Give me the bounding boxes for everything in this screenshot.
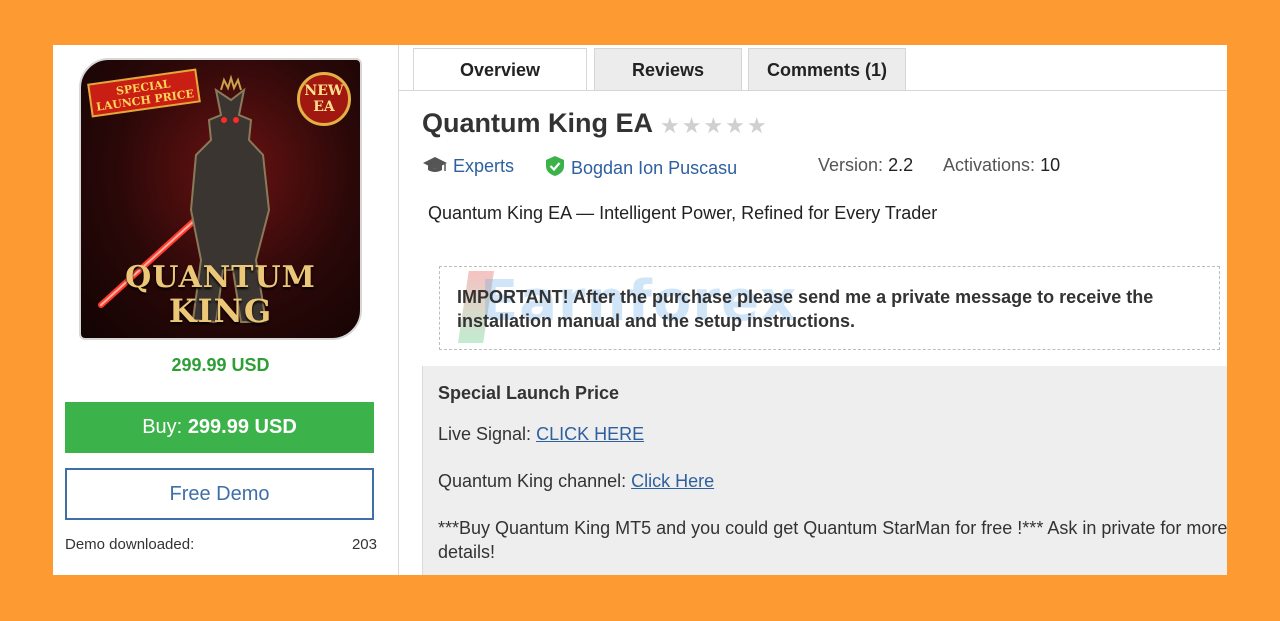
tab-overview[interactable]: Overview bbox=[413, 48, 587, 91]
category-link[interactable]: Experts bbox=[422, 155, 514, 177]
channel-label: Quantum King channel: bbox=[438, 471, 627, 491]
promo-text: ***Buy Quantum King MT5 and you could ge… bbox=[438, 518, 1227, 562]
live-signal-label: Live Signal: bbox=[438, 424, 532, 444]
activations-info: Activations: 10 bbox=[943, 155, 1060, 176]
author-label: Bogdan Ion Puscasu bbox=[571, 158, 738, 178]
product-tagline: Quantum King EA — Intelligent Power, Ref… bbox=[428, 203, 938, 223]
buy-button-price: 299.99 USD bbox=[187, 416, 297, 438]
product-sidebar: SPECIAL LAUNCH PRICE NEW EA QUANTUM KING… bbox=[53, 45, 398, 575]
version-value: 2.2 bbox=[888, 155, 914, 175]
graduation-cap-icon bbox=[423, 157, 447, 172]
live-signal-line: Live Signal: CLICK HERE bbox=[438, 422, 644, 446]
free-demo-button[interactable]: Free Demo bbox=[65, 468, 374, 520]
tab-comments[interactable]: Comments (1) bbox=[748, 48, 906, 90]
description-panel: Special Launch Price Live Signal: CLICK … bbox=[422, 366, 1227, 575]
channel-line: Quantum King channel: Click Here bbox=[438, 469, 714, 493]
rating-stars[interactable]: ★★★★★ bbox=[660, 113, 769, 139]
activations-value: 10 bbox=[1040, 155, 1061, 175]
new-ea-badge: NEW EA bbox=[297, 72, 351, 126]
buy-button-label: Buy: bbox=[142, 416, 183, 438]
buy-button[interactable]: Buy: 299.99 USD bbox=[65, 402, 374, 453]
column-divider bbox=[398, 45, 399, 575]
demo-downloaded-row: Demo downloaded: 203 bbox=[65, 536, 377, 553]
demo-downloaded-label: Demo downloaded: bbox=[65, 536, 195, 553]
important-notice: Earnforex IMPORTANT! After the purchase … bbox=[439, 266, 1220, 350]
tab-reviews[interactable]: Reviews bbox=[594, 48, 742, 90]
live-signal-link[interactable]: CLICK HERE bbox=[536, 424, 644, 444]
image-title-line1: QUANTUM bbox=[125, 260, 316, 295]
verified-shield-icon bbox=[546, 156, 564, 176]
product-page: SPECIAL LAUNCH PRICE NEW EA QUANTUM KING… bbox=[53, 45, 1227, 575]
channel-link[interactable]: Click Here bbox=[631, 471, 714, 491]
author-link[interactable]: Bogdan Ion Puscasu bbox=[544, 155, 737, 179]
version-label: Version: bbox=[818, 155, 884, 175]
product-price: 299.99 USD bbox=[171, 355, 270, 375]
panel-title: Special Launch Price bbox=[438, 383, 620, 403]
page-title: Quantum King EA bbox=[422, 108, 653, 138]
version-info: Version: 2.2 bbox=[818, 155, 913, 176]
tab-bar-underline bbox=[399, 90, 1227, 91]
activations-label: Activations: bbox=[943, 155, 1036, 175]
demo-downloaded-count: 203 bbox=[351, 536, 377, 553]
category-label: Experts bbox=[453, 156, 515, 176]
product-image[interactable]: SPECIAL LAUNCH PRICE NEW EA QUANTUM KING bbox=[79, 58, 362, 340]
image-title-line2: KING bbox=[168, 292, 273, 330]
notice-text: IMPORTANT! After the purchase please sen… bbox=[457, 287, 1154, 331]
